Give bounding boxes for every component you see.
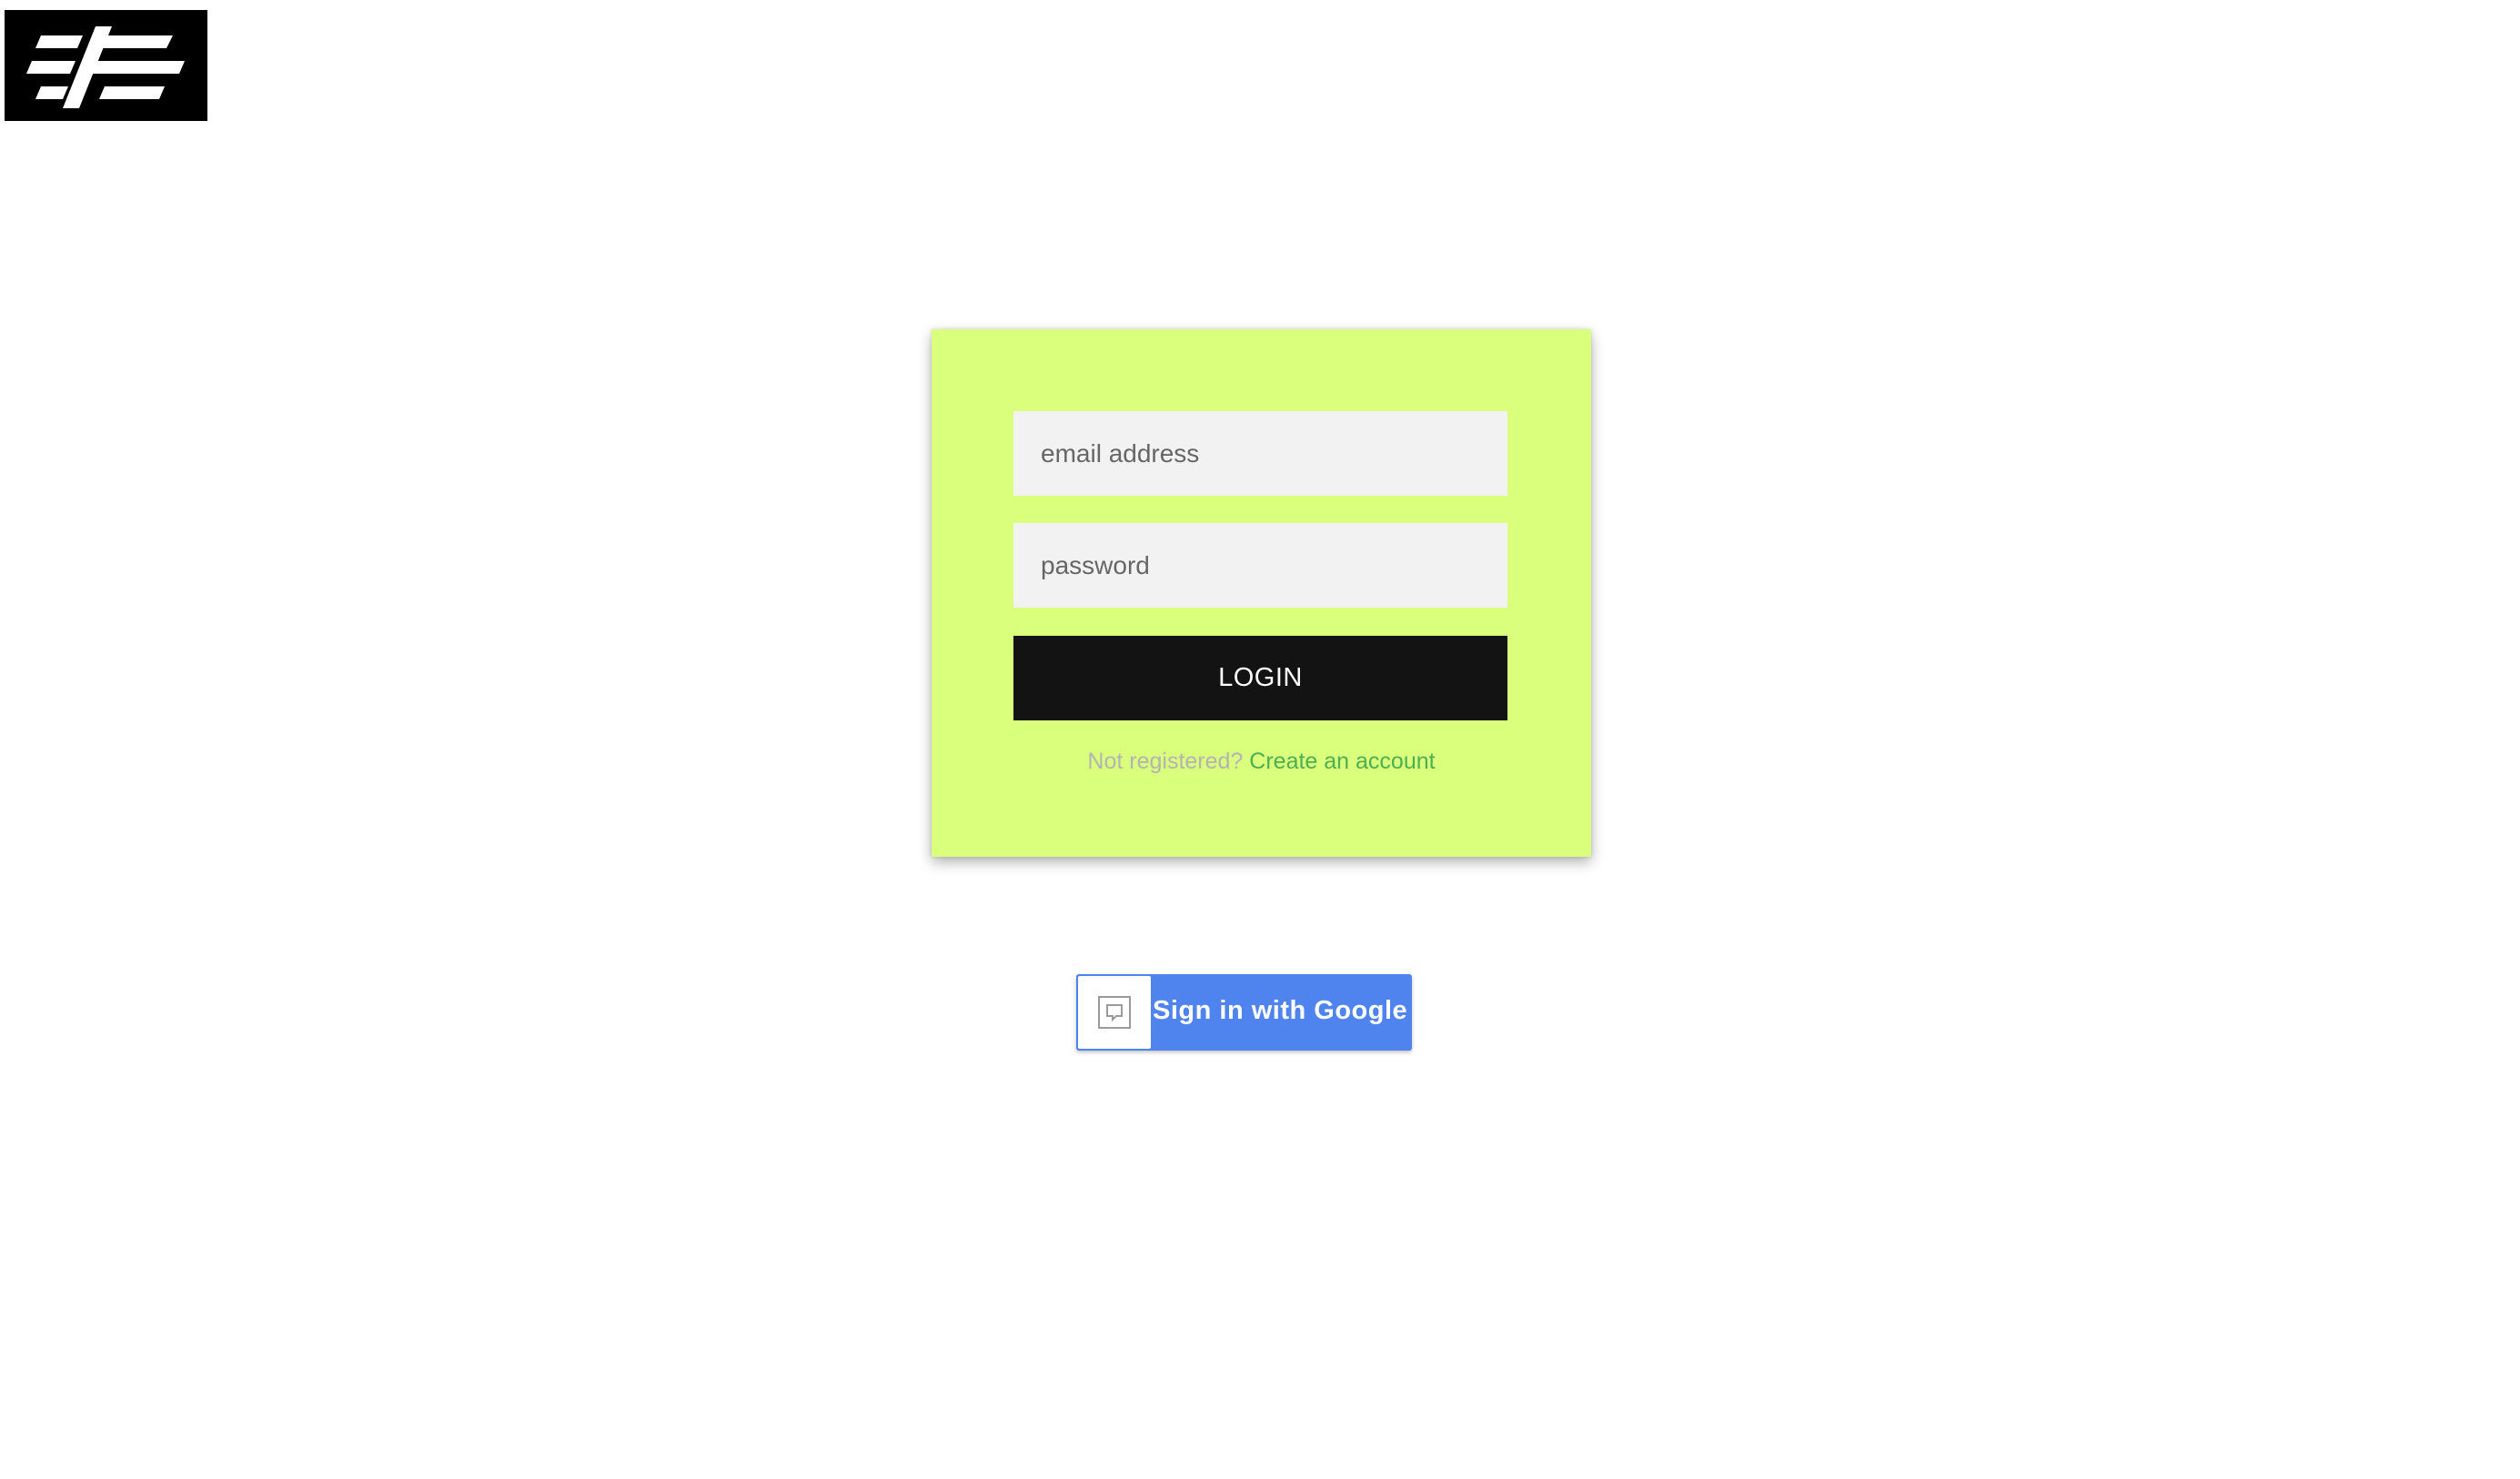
google-icon-container	[1078, 976, 1151, 1049]
google-signin-label: Sign in with Google	[1153, 996, 1408, 1025]
brand-logo-icon	[26, 26, 185, 108]
brand-logo[interactable]	[5, 10, 207, 121]
register-prompt-line: Not registered? Create an account	[932, 748, 1591, 775]
login-card: LOGIN Not registered? Create an account	[932, 329, 1591, 857]
broken-image-icon	[1098, 996, 1131, 1029]
create-account-link[interactable]: Create an account	[1249, 749, 1435, 774]
google-signin-button[interactable]: Sign in with Google	[1076, 974, 1412, 1051]
login-button[interactable]: LOGIN	[1013, 636, 1507, 720]
password-field[interactable]	[1013, 523, 1507, 608]
register-prompt-text: Not registered?	[1087, 749, 1244, 774]
email-field[interactable]	[1013, 411, 1507, 496]
